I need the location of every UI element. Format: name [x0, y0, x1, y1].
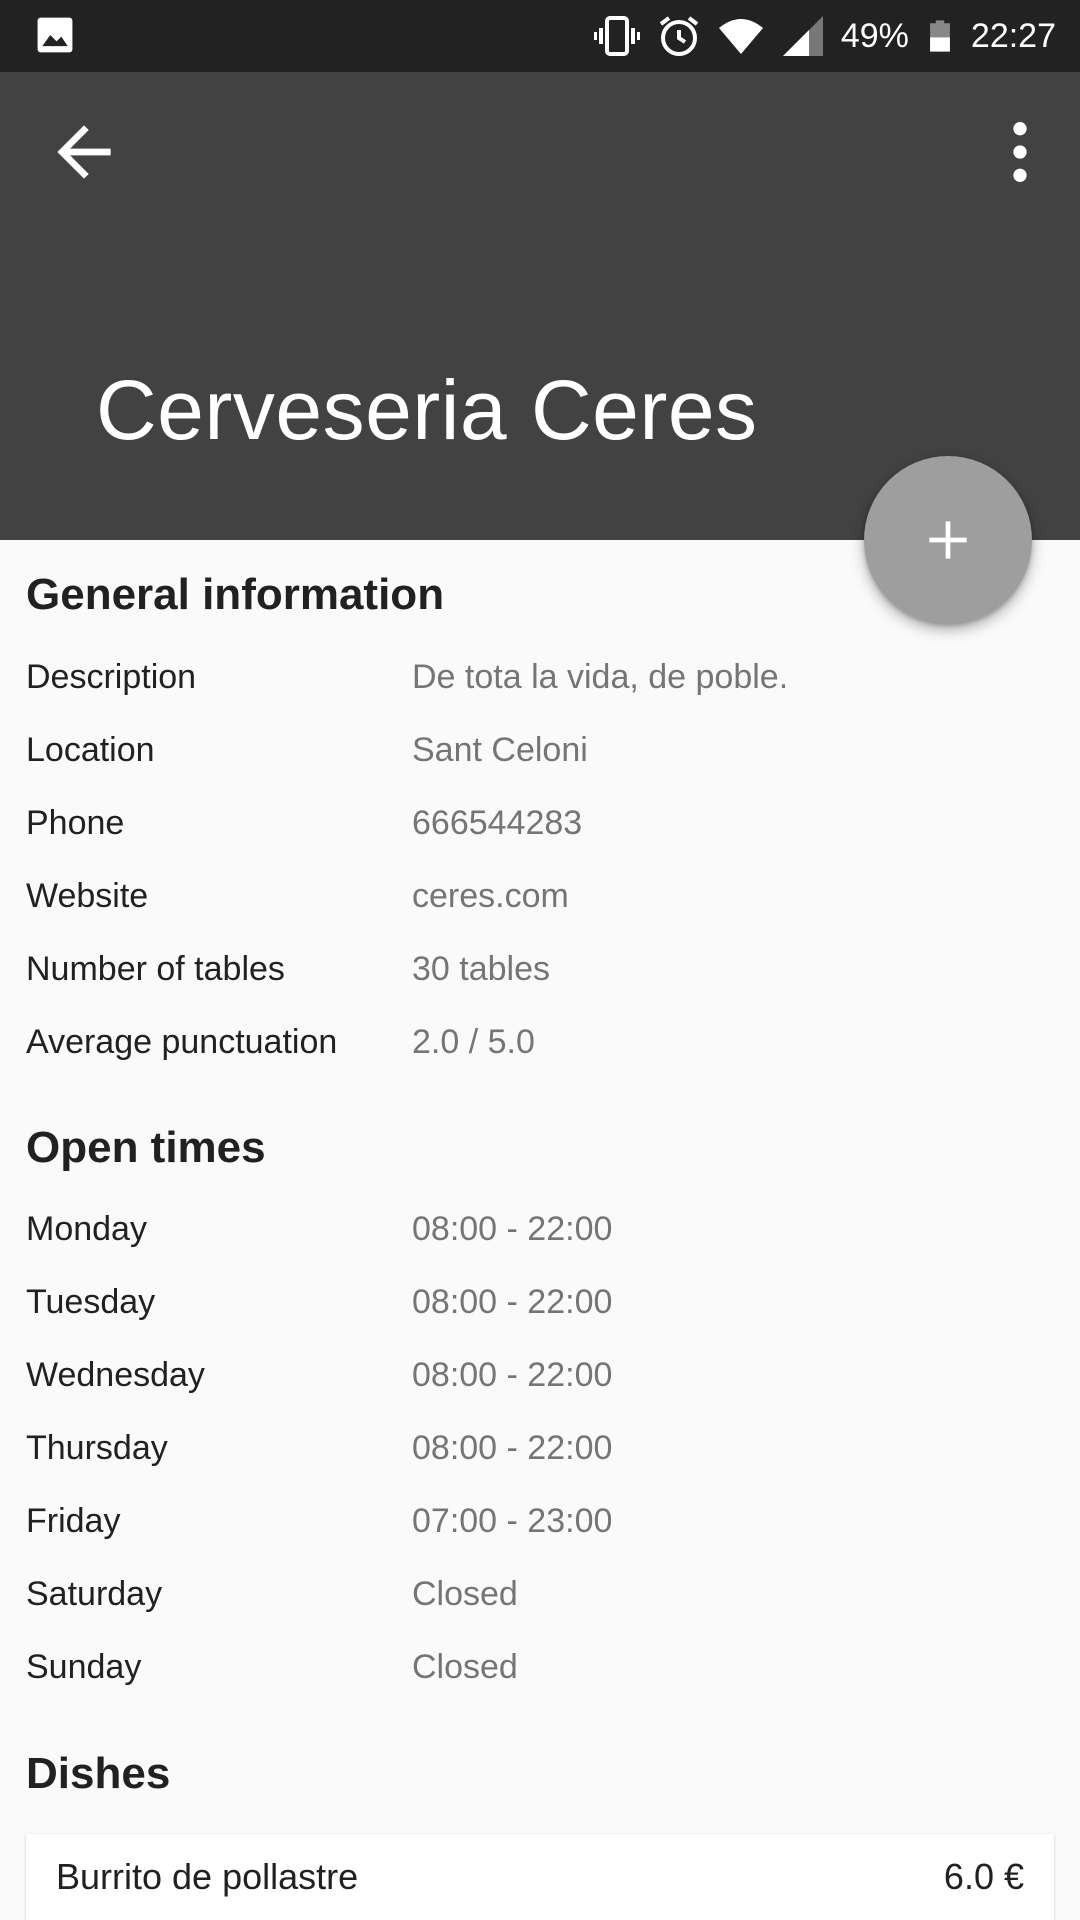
- info-value-rating: 2.0 / 5.0: [412, 1023, 535, 1061]
- battery-percent: 49%: [840, 16, 909, 55]
- arrow-back-icon: [57, 125, 111, 179]
- vibrate-icon: [593, 16, 640, 56]
- image-icon: [37, 17, 73, 53]
- alarm-icon: [659, 16, 699, 56]
- day-label-friday: Friday: [26, 1502, 121, 1540]
- back-button[interactable]: [44, 112, 124, 192]
- dish-price: 6.0 €: [943, 1856, 1024, 1897]
- dishes-heading: Dishes: [26, 1749, 171, 1798]
- wifi-icon: [718, 19, 763, 54]
- dish-item[interactable]: Burrito de pollastre 6.0 €: [26, 1834, 1054, 1920]
- hours-monday: 08:00 - 22:00: [412, 1210, 613, 1248]
- day-label-tuesday: Tuesday: [26, 1283, 156, 1321]
- day-label-sunday: Sunday: [26, 1648, 142, 1686]
- open-times-heading: Open times: [26, 1123, 266, 1172]
- general-info-heading: General information: [26, 570, 445, 619]
- clock: 22:27: [970, 16, 1056, 55]
- hours-saturday: Closed: [412, 1575, 518, 1613]
- plus-icon: [929, 521, 967, 559]
- info-label-tables: Number of tables: [26, 950, 285, 988]
- day-label-saturday: Saturday: [26, 1575, 163, 1613]
- more-vert-icon: [1013, 122, 1027, 182]
- dish-name: Burrito de pollastre: [56, 1856, 359, 1897]
- info-value-website: ceres.com: [412, 877, 569, 915]
- info-value-tables: 30 tables: [412, 950, 550, 988]
- info-label-rating: Average punctuation: [26, 1023, 338, 1061]
- status-bar: 49% 22:27: [0, 0, 1080, 72]
- battery-icon: [929, 20, 950, 52]
- day-label-monday: Monday: [26, 1210, 147, 1248]
- info-value-description: De tota la vida, de poble.: [412, 658, 789, 696]
- hours-wednesday: 08:00 - 22:00: [412, 1356, 613, 1394]
- page-title: Cerveseria Ceres: [96, 363, 758, 457]
- hours-thursday: 08:00 - 22:00: [412, 1429, 613, 1467]
- info-label-phone: Phone: [26, 804, 125, 842]
- info-value-phone: 666544283: [412, 804, 583, 842]
- signal-icon: [782, 16, 823, 56]
- info-label-description: Description: [26, 658, 197, 696]
- day-label-wednesday: Wednesday: [26, 1356, 205, 1394]
- day-label-thursday: Thursday: [26, 1429, 168, 1467]
- hours-friday: 07:00 - 23:00: [412, 1502, 613, 1540]
- more-options-button[interactable]: [980, 112, 1060, 192]
- info-value-location: Sant Celoni: [412, 731, 588, 769]
- info-label-website: Website: [26, 877, 149, 915]
- hours-sunday: Closed: [412, 1648, 518, 1686]
- info-label-location: Location: [26, 731, 155, 769]
- hours-tuesday: 08:00 - 22:00: [412, 1283, 613, 1321]
- add-button[interactable]: [864, 456, 1032, 624]
